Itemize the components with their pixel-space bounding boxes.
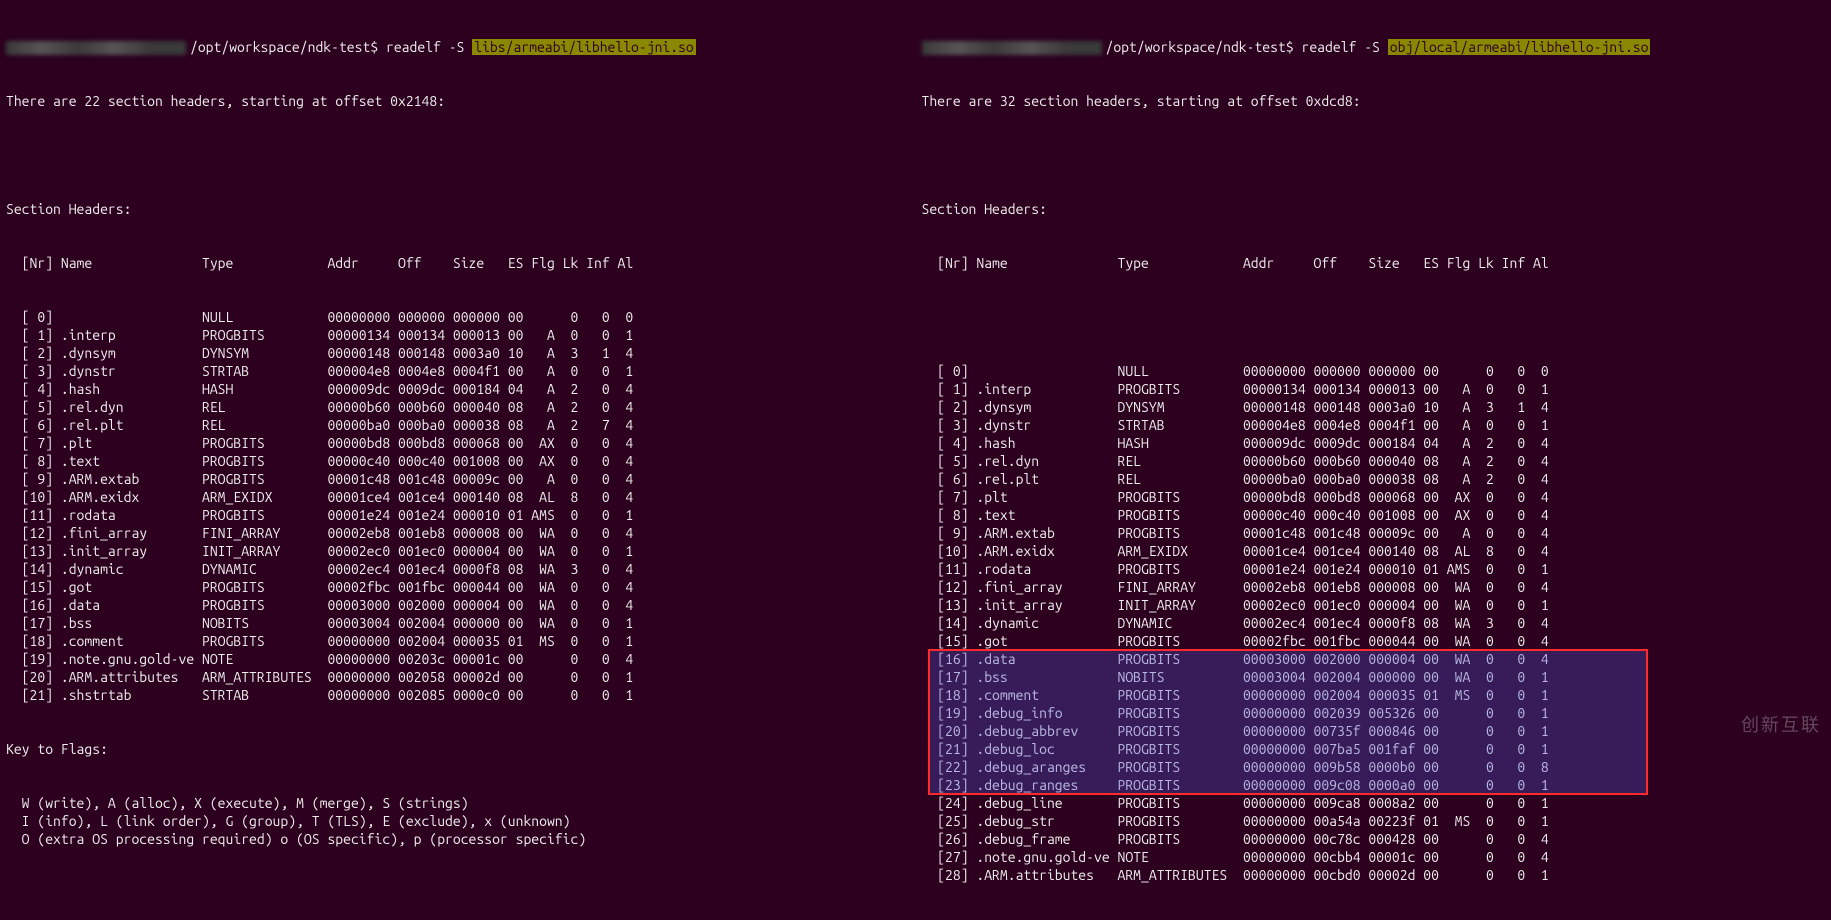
key-line: I (info), L (link order), G (group), T (… (6, 812, 910, 830)
columns-header-right: [Nr] Name Type Addr Off Size ES Flg Lk I… (922, 254, 1826, 272)
section-row: [ 5] .rel.dyn REL 00000b60 000b60 000040… (922, 452, 1826, 470)
section-row: [24] .debug_line PROGBITS 00000000 009ca… (922, 794, 1826, 812)
section-row: [22] .debug_aranges PROGBITS 00000000 00… (922, 758, 1826, 776)
key-line: O (extra OS processing required) o (OS s… (6, 830, 910, 848)
section-rows-left: [ 0] NULL 00000000 000000 000000 00 0 0 … (6, 308, 910, 704)
section-row: [16] .data PROGBITS 00003000 002000 0000… (6, 596, 910, 614)
section-row: [ 7] .plt PROGBITS 00000bd8 000bd8 00006… (922, 488, 1826, 506)
section-row: [ 6] .rel.plt REL 00000ba0 000ba0 000038… (6, 416, 910, 434)
section-row: [ 0] NULL 00000000 000000 000000 00 0 0 … (922, 362, 1826, 380)
section-row: [14] .dynamic DYNAMIC 00002ec4 001ec4 00… (922, 614, 1826, 632)
section-row: [17] .bss NOBITS 00003004 002004 000000 … (922, 668, 1826, 686)
section-row: [26] .debug_frame PROGBITS 00000000 00c7… (922, 830, 1826, 848)
section-row: [23] .debug_ranges PROGBITS 00000000 009… (922, 776, 1826, 794)
section-row: [15] .got PROGBITS 00002fbc 001fbc 00004… (6, 578, 910, 596)
section-row: [15] .got PROGBITS 00002fbc 001fbc 00004… (922, 632, 1826, 650)
prompt-text-right: /opt/workspace/ndk-test$ readelf -S (1106, 39, 1388, 55)
watermark: 创新互联 (1741, 716, 1821, 734)
section-row: [17] .bss NOBITS 00003004 002004 000000 … (6, 614, 910, 632)
section-row: [ 2] .dynsym DYNSYM 00000148 000148 0003… (922, 398, 1826, 416)
highlighted-path-right: obj/local/armeabi/libhello-jni.so (1388, 39, 1651, 55)
section-row: [18] .comment PROGBITS 00000000 002004 0… (6, 632, 910, 650)
columns-header-left: [Nr] Name Type Addr Off Size ES Flg Lk I… (6, 254, 910, 272)
summary-right: There are 32 section headers, starting a… (922, 92, 1826, 110)
section-row: [ 1] .interp PROGBITS 00000134 000134 00… (922, 380, 1826, 398)
highlighted-path-left: libs/armeabi/libhello-jni.so (472, 39, 696, 55)
section-row: [11] .rodata PROGBITS 00001e24 001e24 00… (6, 506, 910, 524)
blurred-user (6, 41, 186, 55)
prompt-text-left: /opt/workspace/ndk-test$ readelf -S (190, 39, 472, 55)
section-row: [13] .init_array INIT_ARRAY 00002ec0 001… (922, 596, 1826, 614)
right-prompt: /opt/workspace/ndk-test$ readelf -S obj/… (922, 38, 1826, 56)
section-row: [ 7] .plt PROGBITS 00000bd8 000bd8 00006… (6, 434, 910, 452)
section-row: [11] .rodata PROGBITS 00001e24 001e24 00… (922, 560, 1826, 578)
section-row: [ 4] .hash HASH 000009dc 0009dc 000184 0… (922, 434, 1826, 452)
section-title-left: Section Headers: (6, 200, 910, 218)
section-row: [ 3] .dynstr STRTAB 000004e8 0004e8 0004… (6, 362, 910, 380)
blurred-user (922, 41, 1102, 55)
section-row: [ 9] .ARM.extab PROGBITS 00001c48 001c48… (6, 470, 910, 488)
section-row: [ 3] .dynstr STRTAB 000004e8 0004e8 0004… (922, 416, 1826, 434)
key-line: W (write), A (alloc), X (execute), M (me… (6, 794, 910, 812)
section-row: [10] .ARM.exidx ARM_EXIDX 00001ce4 001ce… (6, 488, 910, 506)
section-row: [28] .ARM.attributes ARM_ATTRIBUTES 0000… (922, 866, 1826, 884)
key-title-left: Key to Flags: (6, 740, 910, 758)
section-row: [18] .comment PROGBITS 00000000 002004 0… (922, 686, 1826, 704)
section-title-right: Section Headers: (922, 200, 1826, 218)
section-row: [12] .fini_array FINI_ARRAY 00002eb8 001… (6, 524, 910, 542)
section-row: [19] .note.gnu.gold-ve NOTE 00000000 002… (6, 650, 910, 668)
section-row: [13] .init_array INIT_ARRAY 00002ec0 001… (6, 542, 910, 560)
section-row: [10] .ARM.exidx ARM_EXIDX 00001ce4 001ce… (922, 542, 1826, 560)
right-terminal[interactable]: /opt/workspace/ndk-test$ readelf -S obj/… (916, 0, 1831, 742)
section-row: [27] .note.gnu.gold-ve NOTE 00000000 00c… (922, 848, 1826, 866)
left-prompt: /opt/workspace/ndk-test$ readelf -S libs… (6, 38, 910, 56)
section-row: [21] .debug_loc PROGBITS 00000000 007ba5… (922, 740, 1826, 758)
section-row: [ 4] .hash HASH 000009dc 0009dc 000184 0… (6, 380, 910, 398)
section-row: [16] .data PROGBITS 00003000 002000 0000… (922, 650, 1826, 668)
section-row: [12] .fini_array FINI_ARRAY 00002eb8 001… (922, 578, 1826, 596)
section-row: [25] .debug_str PROGBITS 00000000 00a54a… (922, 812, 1826, 830)
section-row: [ 1] .interp PROGBITS 00000134 000134 00… (6, 326, 910, 344)
summary-left: There are 22 section headers, starting a… (6, 92, 910, 110)
left-terminal[interactable]: /opt/workspace/ndk-test$ readelf -S libs… (0, 0, 916, 742)
section-row: [ 6] .rel.plt REL 00000ba0 000ba0 000038… (922, 470, 1826, 488)
section-rows-right: [ 0] NULL 00000000 000000 000000 00 0 0 … (922, 308, 1826, 884)
section-row: [ 8] .text PROGBITS 00000c40 000c40 0010… (922, 506, 1826, 524)
key-lines-left: W (write), A (alloc), X (execute), M (me… (6, 794, 910, 848)
section-row: [20] .ARM.attributes ARM_ATTRIBUTES 0000… (6, 668, 910, 686)
section-row: [21] .shstrtab STRTAB 00000000 002085 00… (6, 686, 910, 704)
section-row: [ 5] .rel.dyn REL 00000b60 000b60 000040… (6, 398, 910, 416)
section-row: [14] .dynamic DYNAMIC 00002ec4 001ec4 00… (6, 560, 910, 578)
section-row: [20] .debug_abbrev PROGBITS 00000000 007… (922, 722, 1826, 740)
section-row: [ 8] .text PROGBITS 00000c40 000c40 0010… (6, 452, 910, 470)
section-row: [ 2] .dynsym DYNSYM 00000148 000148 0003… (6, 344, 910, 362)
section-row: [ 9] .ARM.extab PROGBITS 00001c48 001c48… (922, 524, 1826, 542)
section-row: [19] .debug_info PROGBITS 00000000 00203… (922, 704, 1826, 722)
section-row: [ 0] NULL 00000000 000000 000000 00 0 0 … (6, 308, 910, 326)
